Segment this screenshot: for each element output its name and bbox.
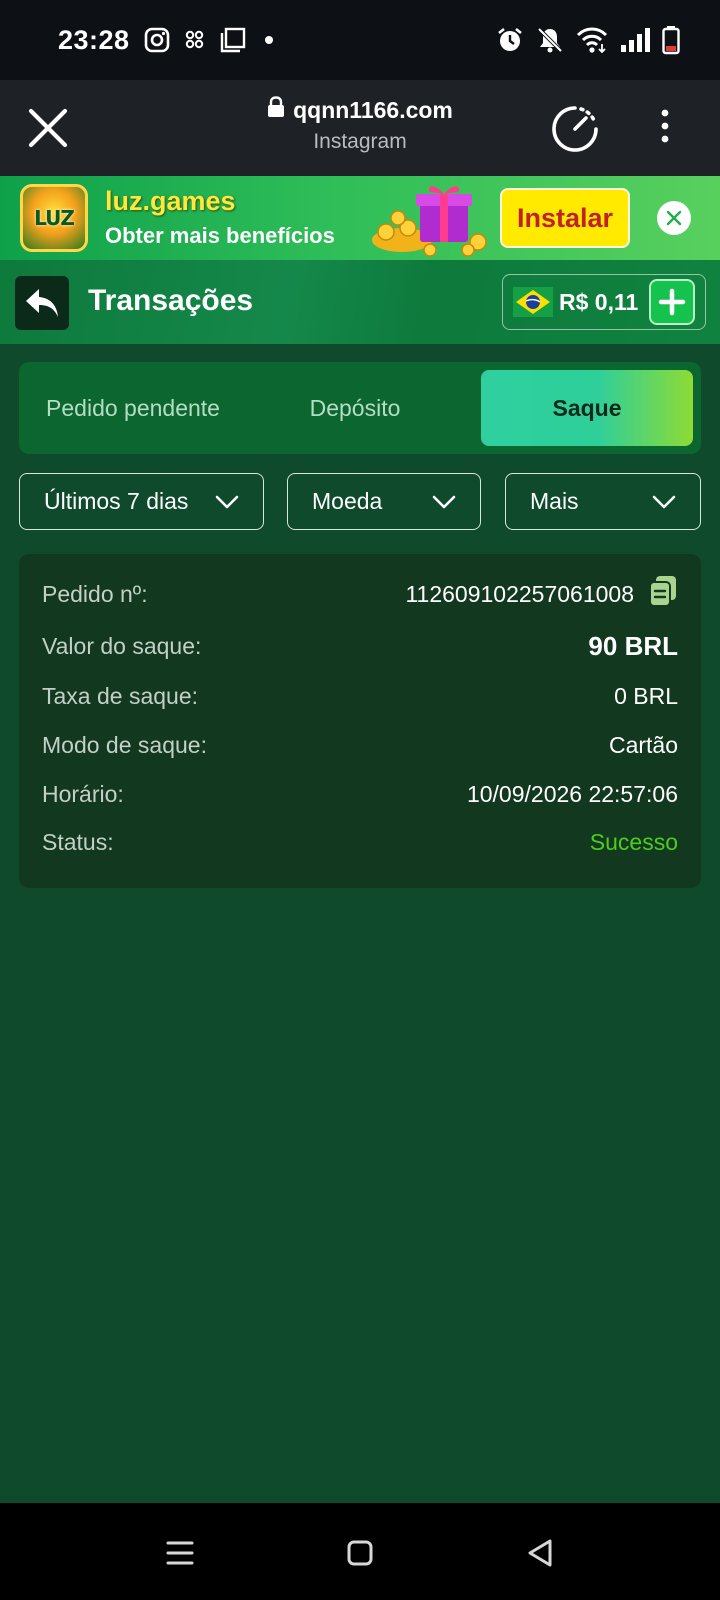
url-text: qqnn1166.com	[293, 96, 453, 123]
mode-value: Cartão	[608, 731, 678, 758]
filter-currency[interactable]: Moeda	[287, 473, 481, 530]
time-row: Horário: 10/09/2026 22:57:06	[42, 776, 678, 812]
speedometer-icon[interactable]	[550, 104, 600, 154]
app-header: Transações R$ 0,11	[0, 260, 720, 344]
dot-icon	[260, 31, 278, 49]
order-number-label: Pedido nº:	[42, 580, 148, 607]
chevron-down-icon	[432, 488, 456, 515]
balance-value: R$ 0,11	[559, 288, 639, 315]
balance-box: R$ 0,11	[502, 274, 706, 330]
brazil-flag-icon	[513, 287, 553, 317]
status-row: Status: Sucesso	[42, 824, 678, 860]
alarm-icon	[496, 26, 524, 54]
mode-row: Modo de saque: Cartão	[42, 727, 678, 763]
tab-deposit[interactable]: Depósito	[247, 370, 463, 446]
fee-row: Taxa de saque: 0 BRL	[42, 678, 678, 714]
chevron-down-icon	[215, 488, 239, 515]
filter-currency-label: Moeda	[312, 488, 383, 514]
banner-close-icon[interactable]	[657, 201, 691, 235]
tab-pending[interactable]: Pedido pendente	[19, 370, 247, 446]
order-number-value: 112609102257061008	[405, 580, 634, 607]
mode-label: Modo de saque:	[42, 731, 207, 758]
browser-bar: qqnn1166.com Instagram	[0, 80, 720, 176]
status-bar: 23:28	[0, 0, 720, 80]
back-button[interactable]	[15, 276, 69, 330]
install-banner: LUZ luz.games Obter mais benefícios Inst…	[0, 176, 720, 260]
recent-apps-icon[interactable]	[160, 1533, 200, 1573]
transaction-card: Pedido nº: 112609102257061008 Valor do s…	[19, 554, 701, 888]
status-label: Status:	[42, 828, 114, 855]
lock-icon	[267, 96, 285, 124]
filter-more-label: Mais	[530, 488, 579, 514]
copy-icon[interactable]	[648, 575, 678, 613]
browser-subtitle: Instagram	[313, 130, 407, 153]
banner-title: luz.games	[105, 186, 236, 216]
app-logo: LUZ	[20, 184, 88, 252]
amount-value: 90 BRL	[588, 630, 678, 661]
grid-dots-icon	[184, 29, 206, 51]
plus-icon	[658, 288, 686, 316]
deposit-add-button[interactable]	[649, 279, 695, 325]
fee-value: 0 BRL	[614, 682, 678, 709]
fee-label: Taxa de saque:	[42, 682, 199, 709]
reply-arrow-icon	[26, 289, 58, 317]
address-area[interactable]: qqnn1166.com Instagram	[0, 96, 720, 154]
bell-off-icon	[536, 26, 564, 54]
wifi-icon	[576, 26, 608, 54]
install-button[interactable]: Instalar	[500, 188, 630, 248]
filter-more[interactable]: Mais	[505, 473, 701, 530]
signal-icon	[620, 27, 650, 53]
order-number-row: Pedido nº: 112609102257061008	[42, 576, 678, 612]
instagram-icon	[144, 27, 170, 53]
more-options-icon[interactable]	[655, 108, 675, 148]
status-badge: Sucesso	[589, 828, 678, 855]
amount-label: Valor do saque:	[42, 632, 202, 659]
banner-subtitle: Obter mais benefícios	[105, 223, 335, 248]
time-label: Horário:	[42, 780, 124, 807]
transaction-tabs: Pedido pendente Depósito Saque	[19, 362, 701, 454]
home-icon[interactable]	[340, 1533, 380, 1573]
page-title: Transações	[88, 284, 254, 317]
amount-row: Valor do saque: 90 BRL	[42, 628, 678, 664]
system-nav-bar	[0, 1503, 720, 1600]
chevron-down-icon	[652, 488, 676, 515]
clock: 23:28	[58, 24, 130, 55]
tab-withdraw[interactable]: Saque	[481, 370, 693, 446]
filter-date-label: Últimos 7 dias	[44, 488, 189, 514]
time-value: 10/09/2026 22:57:06	[466, 780, 678, 807]
back-nav-icon[interactable]	[520, 1533, 560, 1573]
gift-coins-icon	[368, 182, 498, 258]
square-icon	[220, 27, 246, 53]
battery-icon	[662, 25, 680, 55]
filter-date[interactable]: Últimos 7 dias	[19, 473, 264, 530]
